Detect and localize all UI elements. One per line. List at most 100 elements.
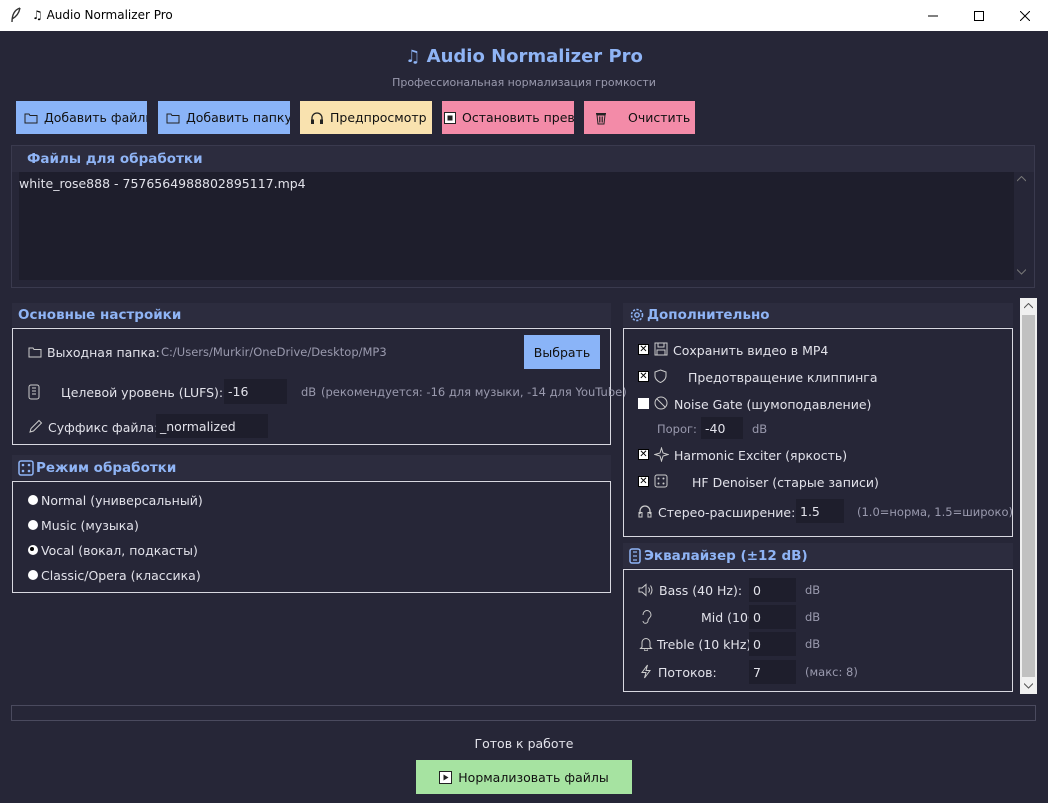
noise-gate-checkbox[interactable]: [638, 398, 649, 409]
grid-icon: [18, 459, 34, 476]
bass-unit: dB: [805, 583, 821, 597]
files-panel-title: Файлы для обработки: [12, 146, 1034, 172]
threads-label: Потоков:: [658, 665, 717, 680]
eq-panel-title: Эквалайзер (±12 dB): [623, 543, 1013, 568]
minimize-button[interactable]: [910, 0, 956, 31]
app-subtitle: Профессиональная нормализация громкости: [392, 76, 656, 89]
threshold-input[interactable]: -40: [701, 417, 743, 439]
threads-input[interactable]: 7: [749, 660, 796, 684]
denoiser-checkbox[interactable]: ✕: [638, 476, 649, 487]
maximize-icon: [974, 10, 984, 21]
speaker-icon: [638, 583, 653, 597]
noise-gate-label[interactable]: Noise Gate (шумоподавление): [674, 397, 871, 412]
exciter-label[interactable]: Harmonic Exciter (яркость): [674, 448, 847, 463]
pencil-icon: [29, 419, 43, 433]
music-note-icon: ♫: [32, 8, 43, 22]
suffix-input[interactable]: _normalized: [156, 414, 268, 438]
feather-icon: [11, 7, 21, 23]
headphones-icon: [638, 505, 652, 518]
play-icon: [439, 770, 453, 784]
headphones-icon: [311, 111, 323, 124]
sparkle-icon: [654, 447, 669, 462]
mode-option-label[interactable]: Classic/Opera (классика): [41, 568, 201, 583]
memory-icon: [28, 384, 40, 400]
dice-icon: [654, 474, 668, 488]
prevent-clipping-label[interactable]: Предотвращение клиппинга: [688, 370, 878, 385]
save-icon: [654, 342, 668, 356]
stop-preview-button[interactable]: Остановить превью: [442, 101, 574, 134]
maximize-button[interactable]: [956, 0, 1002, 31]
folder-icon: [24, 113, 38, 123]
denoiser-label[interactable]: HF Denoiser (старые записи): [692, 475, 879, 490]
status-text: Готов к работе: [474, 736, 574, 751]
mute-icon: [654, 396, 668, 410]
folder-icon: [166, 113, 180, 123]
choose-folder-button[interactable]: Выбрать: [524, 335, 600, 369]
threshold-label: Порог:: [657, 422, 697, 436]
mode-panel-title: Режим обработки: [12, 455, 611, 480]
trash-icon: [596, 112, 606, 124]
lightning-icon: [641, 664, 651, 679]
scroll-up-icon: [1024, 303, 1033, 309]
output-folder-path: C:/Users/Murkir/OneDrive/Desktop/MP3: [161, 345, 387, 359]
file-list-scrollbar[interactable]: [1014, 172, 1029, 280]
treble-label: Treble (10 kHz): [657, 637, 752, 652]
app-title: ♫ Audio Normalizer Pro: [405, 46, 643, 67]
stereo-label: Стерео-расширение:: [658, 505, 796, 520]
stop-icon: [444, 111, 456, 124]
stereo-hint: (1.0=норма, 1.5=широко): [857, 505, 1014, 519]
mode-radio-normal[interactable]: [28, 495, 38, 505]
file-list-item[interactable]: white_rose888 - 7576564988802895117.mp4: [19, 176, 306, 191]
close-button[interactable]: [1002, 0, 1048, 31]
target-level-hint: (рекомендуется: -16 для музыки, -14 для …: [321, 385, 627, 399]
bass-input[interactable]: 0: [749, 578, 796, 602]
basic-settings-title: Основные настройки: [12, 303, 611, 327]
threshold-unit: dB: [752, 422, 768, 436]
mode-radio-vocal[interactable]: [28, 545, 38, 555]
settings-scrollbar[interactable]: [1020, 298, 1037, 694]
target-level-label: Целевой уровень (LUFS):: [61, 385, 224, 400]
scroll-down-icon: [1017, 269, 1026, 275]
add-folder-button[interactable]: Добавить папку: [158, 101, 290, 134]
mode-option-label[interactable]: Music (музыка): [41, 518, 139, 533]
mode-option-label[interactable]: Normal (универсальный): [41, 493, 203, 508]
equalizer-icon: [629, 547, 641, 564]
output-folder-label: Выходная папка:: [47, 345, 160, 360]
save-video-label[interactable]: Сохранить видео в MP4: [673, 343, 828, 358]
suffix-label: Суффикс файла:: [48, 420, 159, 435]
bell-icon: [639, 638, 653, 651]
target-level-unit: dB: [301, 385, 317, 399]
progress-bar: [11, 705, 1036, 721]
gear-icon: [630, 308, 644, 322]
save-video-checkbox[interactable]: ✕: [638, 344, 649, 355]
scrollbar-thumb[interactable]: [1022, 315, 1035, 677]
target-level-input[interactable]: -16: [224, 379, 287, 404]
minimize-icon: [928, 15, 938, 16]
mode-radio-classic[interactable]: [28, 570, 38, 580]
treble-input[interactable]: 0: [749, 632, 796, 656]
mode-option-label[interactable]: Vocal (вокал, подкасты): [41, 543, 198, 558]
prevent-clipping-checkbox[interactable]: ✕: [638, 371, 649, 382]
app-window: ♫ Audio Normalizer Pro Профессиональная …: [1, 31, 1047, 802]
window-titlebar: ♫ Audio Normalizer Pro: [0, 0, 1048, 31]
mode-radio-music[interactable]: [28, 520, 38, 530]
shield-icon: [654, 369, 667, 383]
clear-button[interactable]: Очистить: [584, 101, 695, 134]
ear-icon: [642, 610, 652, 624]
file-list[interactable]: white_rose888 - 7576564988802895117.mp4: [19, 172, 1014, 280]
exciter-checkbox[interactable]: ✕: [638, 449, 649, 460]
extra-panel-title: Дополнительно: [623, 303, 1013, 327]
mid-input[interactable]: 0: [749, 605, 796, 629]
bass-label: Bass (40 Hz):: [659, 583, 743, 598]
scroll-down-icon: [1024, 683, 1033, 689]
add-files-button[interactable]: Добавить файлы: [16, 101, 147, 134]
mid-unit: dB: [805, 610, 821, 624]
music-note-icon: ♫: [405, 47, 421, 67]
close-icon: [1020, 10, 1030, 21]
threads-hint: (макс: 8): [805, 665, 858, 679]
normalize-button[interactable]: Нормализовать файлы: [416, 760, 632, 794]
treble-unit: dB: [805, 637, 821, 651]
scroll-up-icon: [1017, 176, 1026, 182]
stereo-input[interactable]: 1.5: [796, 499, 844, 523]
preview-button[interactable]: Предпросмотр: [300, 101, 432, 134]
